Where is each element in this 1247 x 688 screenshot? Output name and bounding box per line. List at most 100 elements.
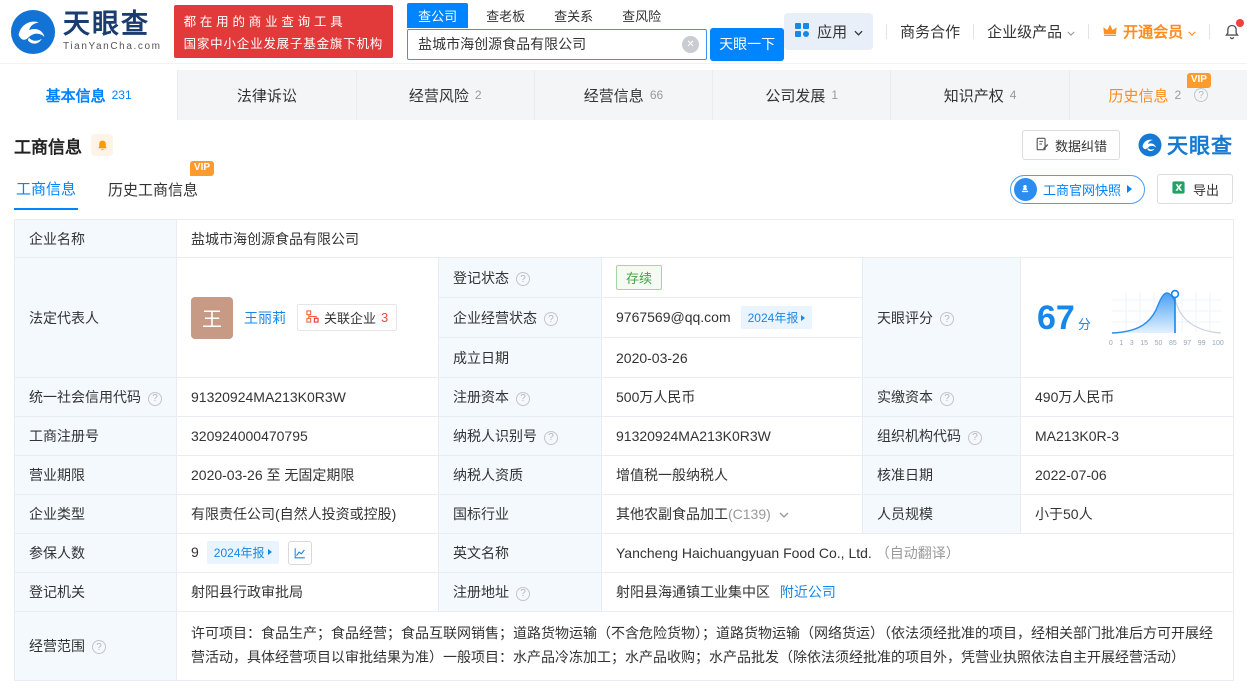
tianyan-score[interactable]: 67分	[1035, 288, 1219, 347]
tab-count: 231	[112, 88, 132, 102]
annual-report-label: 2024年报	[214, 544, 265, 561]
official-snapshot-button[interactable]: 工商官网快照	[1010, 175, 1145, 204]
field-label: 纳税人资质	[453, 467, 523, 483]
tab-legal-proceedings[interactable]: 法律诉讼	[177, 70, 355, 120]
annual-report-label: 2024年报	[748, 309, 799, 326]
field-label: 注册地址	[453, 584, 509, 600]
tab-intellectual-property[interactable]: 知识产权4	[890, 70, 1068, 120]
help-icon[interactable]	[968, 431, 982, 445]
help-icon[interactable]	[516, 392, 530, 406]
table-row: 企业名称 盐城市海创源食品有限公司	[15, 220, 1234, 258]
menu-biz-cooperation[interactable]: 商务合作	[900, 21, 960, 42]
search-tab-company[interactable]: 查公司	[407, 3, 468, 28]
field-label: 组织机构代码	[877, 428, 961, 444]
tab-risk-label: 经营风险	[409, 85, 469, 106]
search-button[interactable]: 天眼一下	[710, 28, 784, 61]
tianyancha-logo[interactable]: 天眼查 TianYanCha.com	[10, 9, 162, 55]
menu-open-vip[interactable]: 开通会员	[1102, 21, 1196, 42]
tab-basic-info-label: 基本信息	[46, 85, 106, 106]
field-label: 营业期限	[29, 467, 85, 483]
industry-code: (C139)	[728, 506, 771, 522]
trend-chart-icon[interactable]	[288, 541, 312, 565]
field-label: 注册资本	[453, 389, 509, 405]
establish-date-value: 2020-03-26	[616, 350, 688, 366]
help-icon[interactable]	[544, 312, 558, 326]
org-chart-icon	[306, 310, 319, 326]
excel-icon	[1171, 180, 1186, 198]
search-tabs: 查公司 查老板 查关系 查风险	[407, 3, 784, 28]
approval-date-value: 2022-07-06	[1035, 467, 1107, 483]
menu-divider	[973, 24, 974, 39]
search-area: 查公司 查老板 查关系 查风险 天眼一下	[407, 3, 784, 61]
help-icon[interactable]	[940, 392, 954, 406]
search-tab-risk[interactable]: 查风险	[611, 3, 672, 28]
reg-no-value: 320924000470795	[191, 428, 308, 444]
tab-history-info[interactable]: VIP 历史信息2	[1069, 70, 1247, 120]
help-icon[interactable]	[516, 587, 530, 601]
annual-report-tag[interactable]: 2024年报	[741, 306, 813, 329]
tab-company-development[interactable]: 公司发展1	[712, 70, 890, 120]
promo-line1: 都在用的商业查询工具	[184, 11, 384, 30]
tab-operating-risk[interactable]: 经营风险2	[356, 70, 534, 120]
avatar[interactable]: 王	[191, 297, 233, 339]
search-tab-relation[interactable]: 查关系	[543, 3, 604, 28]
data-correction-button[interactable]: 数据纠错	[1022, 130, 1120, 160]
field-label: 统一社会信用代码	[29, 389, 141, 405]
tab-operating-info[interactable]: 经营信息 66	[534, 70, 712, 120]
field-label: 企业名称	[29, 231, 85, 247]
subscribe-bell-icon[interactable]	[91, 134, 113, 156]
top-header: 天眼查 TianYanCha.com 都在用的商业查询工具 国家中小企业发展子基…	[0, 0, 1247, 64]
credit-code-value: 91320924MA213K0R3W	[191, 389, 346, 405]
field-label: 经营范围	[29, 638, 85, 654]
help-icon[interactable]	[148, 392, 162, 406]
help-icon[interactable]	[940, 312, 954, 326]
business-info-subtabs: 工商信息 历史工商信息 VIP 工商官网快照 导出	[14, 168, 1233, 210]
menu-divider	[1209, 24, 1210, 39]
help-icon[interactable]	[1194, 88, 1208, 102]
menu-enterprise-label: 企业级产品	[987, 21, 1062, 42]
help-icon[interactable]	[544, 431, 558, 445]
crown-icon	[1102, 23, 1118, 41]
table-row: 营业期限 2020-03-26 至 无固定期限 纳税人资质 增值税一般纳税人 核…	[15, 456, 1234, 495]
annual-report-tag[interactable]: 2024年报	[207, 541, 279, 564]
field-label: 企业经营状态	[453, 310, 537, 326]
notification-bell-icon[interactable]	[1223, 22, 1241, 41]
chevron-down-icon	[1188, 23, 1196, 40]
menu-enterprise-products[interactable]: 企业级产品	[987, 21, 1075, 42]
subtab-history-business-info[interactable]: 历史工商信息 VIP	[106, 170, 200, 209]
search-input[interactable]	[407, 29, 707, 60]
section-title: 工商信息	[14, 133, 82, 158]
english-name-value: Yancheng Haichuangyuan Food Co., Ltd.	[616, 545, 872, 561]
main-content: 工商信息 数据纠错 天眼查 工商信息 历史工商信息 VIP 工商官网快照	[0, 122, 1247, 681]
chevron-down-icon[interactable]	[779, 512, 789, 518]
company-type-value: 有限责任公司(自然人投资或控股)	[191, 506, 396, 522]
tab-basic-info[interactable]: 基本信息 231	[0, 70, 177, 120]
field-label: 参保人数	[29, 545, 85, 561]
field-label: 人员规模	[877, 506, 933, 522]
tab-ip-label: 知识产权	[944, 85, 1004, 106]
related-companies-button[interactable]: 关联企业 3	[297, 304, 397, 331]
score-axis-ticks: 0131550859799100	[1109, 340, 1224, 347]
table-row: 企业类型 有限责任公司(自然人投资或控股) 国标行业 其他农副食品加工(C139…	[15, 495, 1234, 534]
help-icon[interactable]	[92, 640, 106, 654]
help-icon[interactable]	[516, 272, 530, 286]
nearby-companies-link[interactable]: 附近公司	[780, 584, 836, 600]
tab-count: 66	[650, 88, 663, 102]
vip-badge: VIP	[190, 161, 214, 176]
reg-capital-value: 500万人民币	[616, 389, 695, 405]
subtab-business-info[interactable]: 工商信息	[14, 169, 78, 210]
table-row: 参保人数 92024年报 英文名称 Yancheng Haichuangyuan…	[15, 534, 1234, 573]
arrow-right-icon	[1127, 185, 1132, 193]
search-tab-boss[interactable]: 查老板	[475, 3, 536, 28]
clear-icon[interactable]	[682, 36, 699, 53]
data-correction-label: 数据纠错	[1055, 136, 1107, 155]
export-button[interactable]: 导出	[1157, 174, 1233, 204]
tab-development-label: 公司发展	[765, 85, 825, 106]
apps-menu[interactable]: 应用	[784, 13, 873, 50]
stamp-icon	[1014, 178, 1037, 201]
legal-representative-link[interactable]: 王丽莉	[244, 308, 286, 328]
company-name-value: 盐城市海创源食品有限公司	[191, 231, 359, 247]
tab-operating-label: 经营信息	[584, 85, 644, 106]
table-row: 经营范围 许可项目：食品生产；食品经营；食品互联网销售；道路货物运输（不含危险货…	[15, 612, 1234, 681]
tab-history-label: 历史信息	[1108, 85, 1168, 106]
